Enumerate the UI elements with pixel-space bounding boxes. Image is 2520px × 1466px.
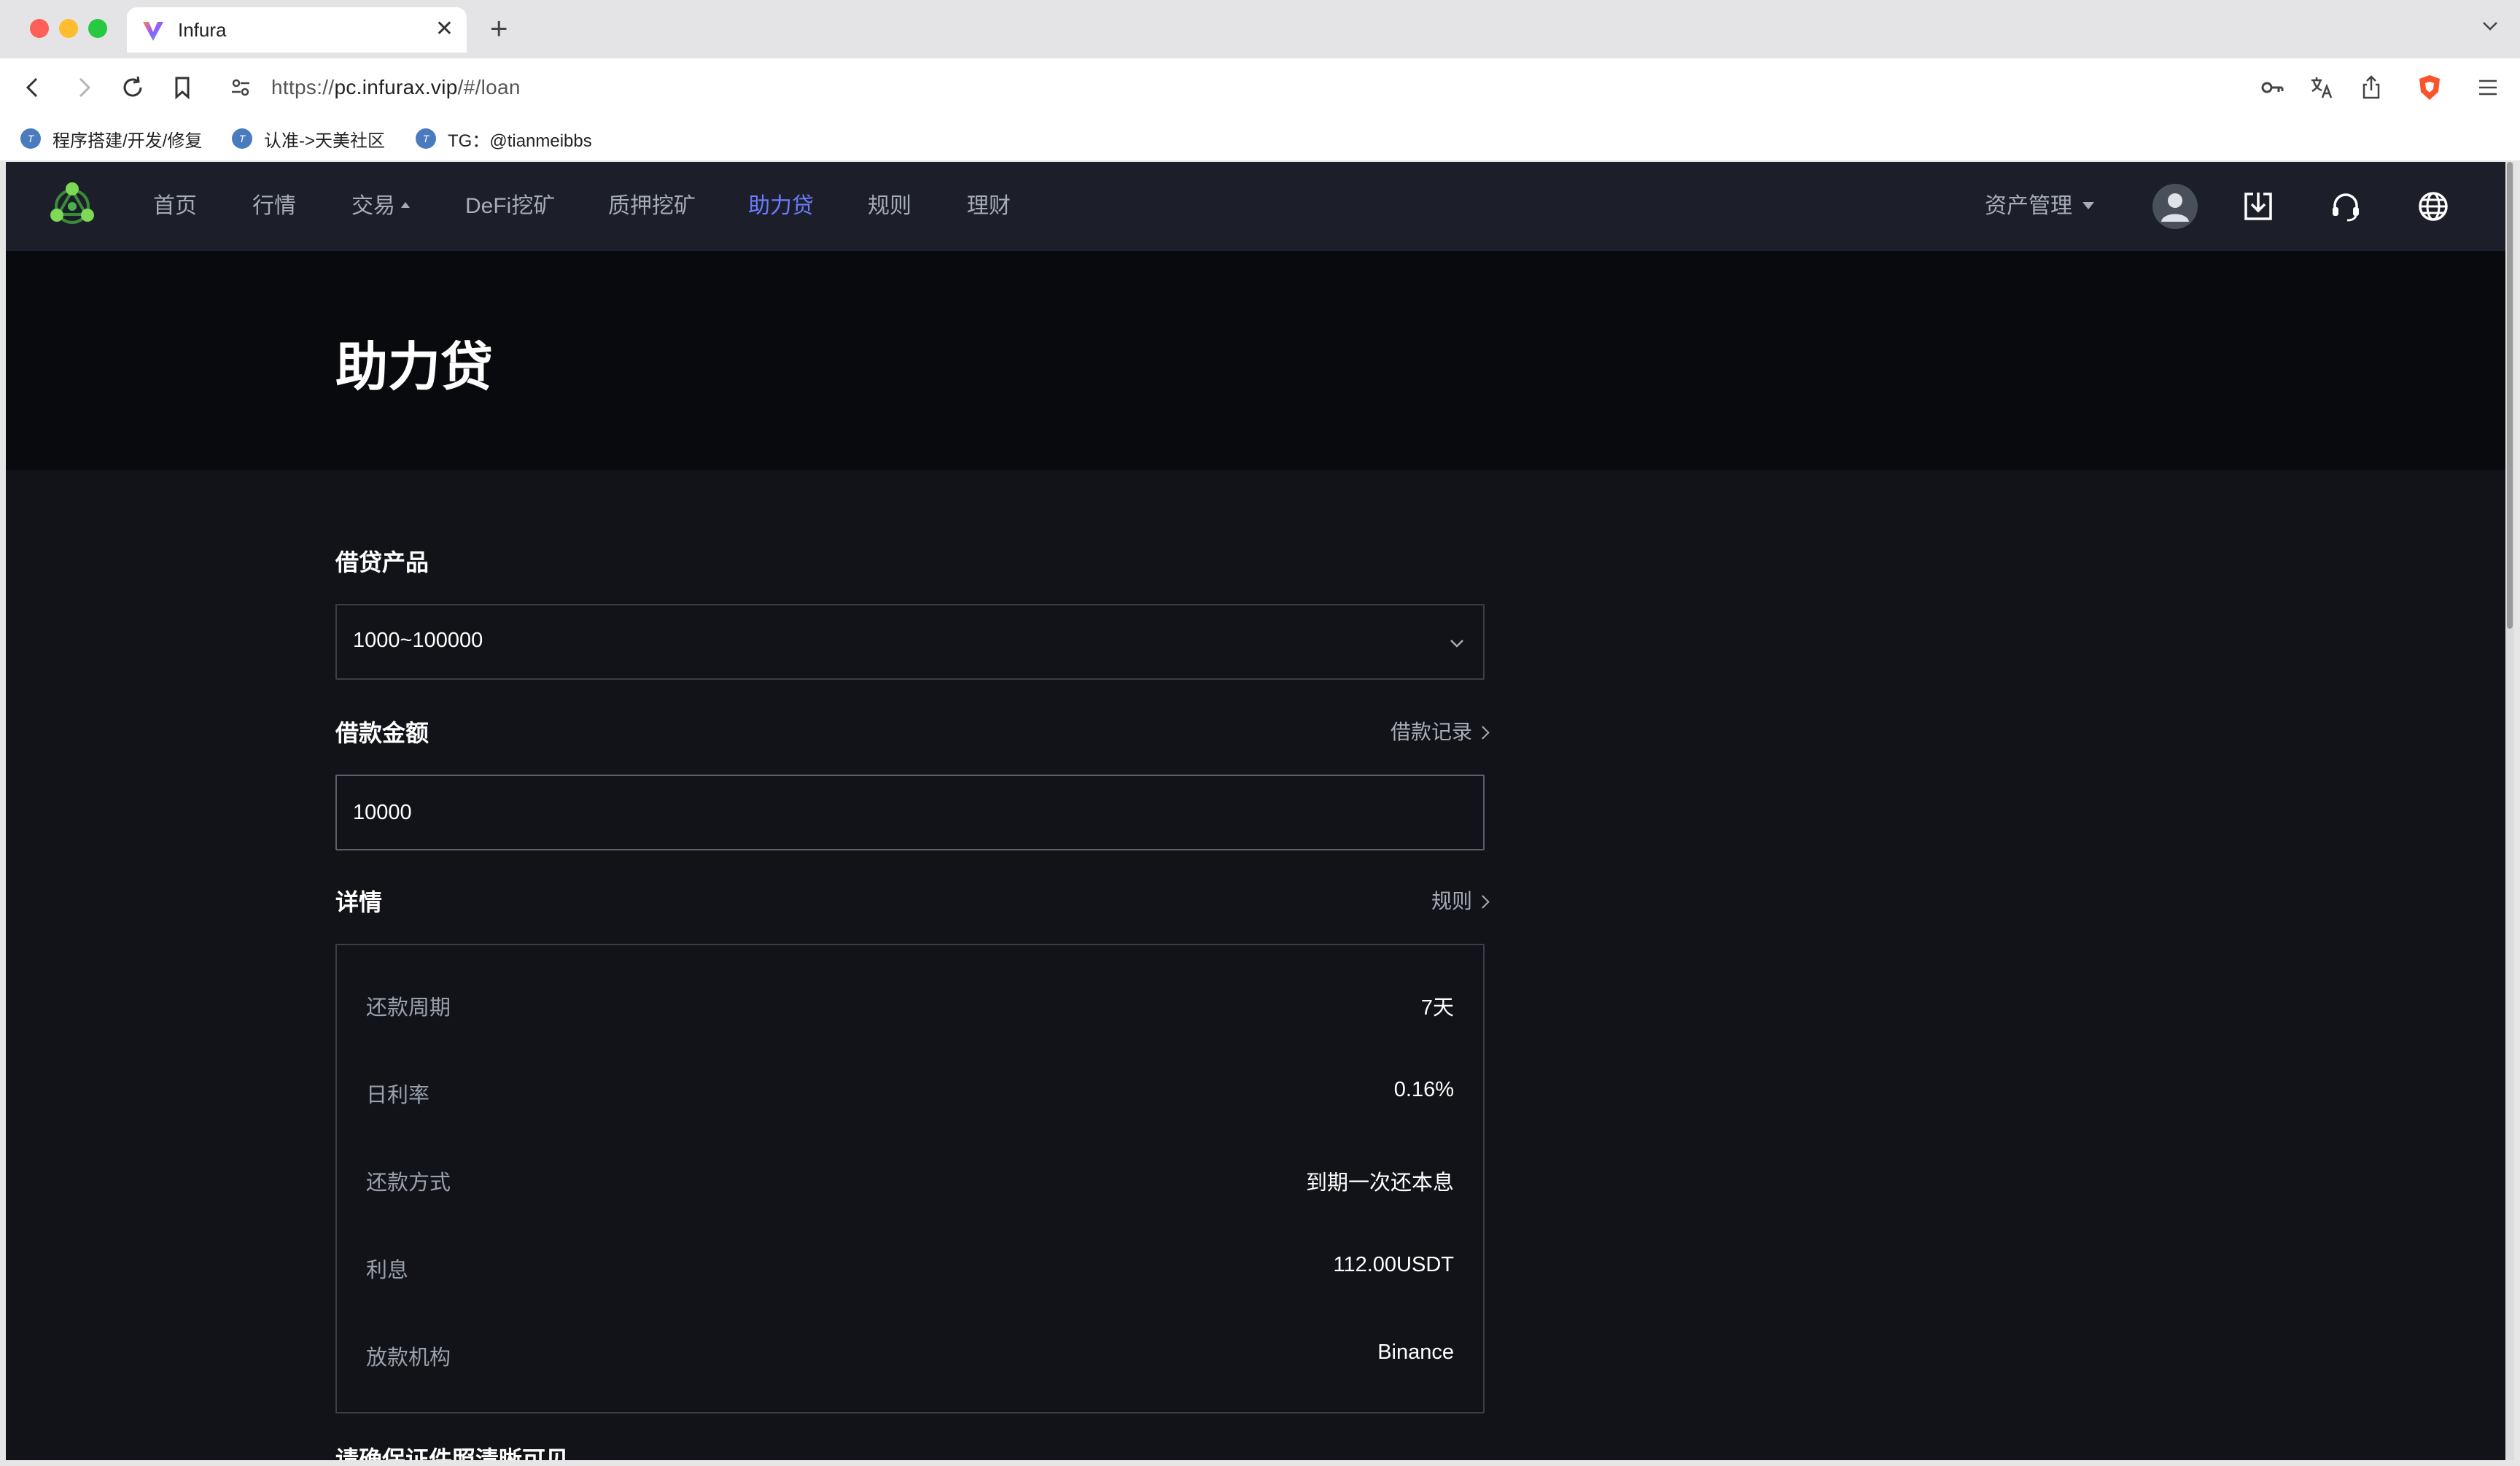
language-globe-icon[interactable] [2416, 190, 2450, 223]
detail-label: 日利率 [366, 1084, 430, 1107]
menu-icon[interactable] [2473, 73, 2502, 102]
page-hero: 助力贷 [6, 251, 2505, 470]
password-key-icon[interactable] [2258, 73, 2287, 102]
loan-details-panel: 还款周期 7天 日利率 0.16% 还款方式 到期一次还本息 利息 112.00… [335, 944, 1485, 1413]
web-page: 首页 行情 交易 DeFi挖矿 质押挖矿 助力贷 规则 理财 资产管理 助力贷 … [6, 162, 2505, 1460]
tab-title: Infura [178, 19, 227, 41]
close-window-button[interactable] [30, 19, 49, 38]
detail-value: Binance [1377, 1341, 1454, 1364]
site-header: 首页 行情 交易 DeFi挖矿 质押挖矿 助力贷 规则 理财 资产管理 [6, 162, 2505, 251]
page-scrollbar[interactable] [2505, 162, 2514, 1460]
site-settings-icon[interactable] [229, 76, 252, 99]
detail-label: 还款方式 [366, 1171, 451, 1195]
bookmark-item[interactable]: T TG：@tianmeibbs [416, 125, 592, 152]
detail-row-repayment-method: 还款方式 到期一次还本息 [366, 1160, 1454, 1195]
nav-staking-mining[interactable]: 质押挖矿 [608, 191, 696, 222]
translate-icon[interactable] [2307, 73, 2336, 102]
loan-product-value: 1000~100000 [353, 629, 483, 652]
new-tab-button[interactable]: + [490, 10, 508, 47]
detail-label: 放款机构 [366, 1346, 451, 1370]
browser-tab-strip: Infura ✕ + [0, 0, 2520, 58]
tab-list-chevron-icon[interactable] [2479, 15, 2501, 36]
forward-arrow-icon[interactable] [69, 73, 98, 102]
user-avatar[interactable] [2152, 184, 2198, 229]
maximize-window-button[interactable] [88, 19, 107, 38]
rules-link[interactable]: 规则 [1431, 885, 1490, 915]
nav-trade[interactable]: 交易 [351, 191, 410, 222]
detail-row-lender: 放款机构 Binance [366, 1335, 1454, 1370]
share-icon[interactable] [2357, 73, 2386, 102]
loan-amount-field[interactable] [335, 775, 1485, 850]
detail-value: 7天 [1420, 996, 1454, 1020]
loan-amount-input[interactable] [337, 776, 1483, 849]
tm-bookmark-icon: T [416, 128, 436, 149]
scrollbar-thumb[interactable] [2507, 162, 2513, 629]
url-scheme: https:// [271, 76, 335, 98]
nav-trade-label: 交易 [351, 194, 395, 218]
loan-product-label: 借贷产品 [335, 549, 429, 575]
asset-management-menu[interactable]: 资产管理 [1985, 191, 2094, 222]
bookmark-item[interactable]: T 程序搭建/开发/修复 [20, 125, 202, 152]
detail-label: 还款周期 [366, 996, 451, 1020]
customer-support-headset-icon[interactable] [2329, 190, 2362, 223]
detail-row-repayment-period: 还款周期 7天 [366, 985, 1454, 1020]
back-arrow-icon[interactable] [19, 73, 48, 102]
nav-rules[interactable]: 规则 [868, 191, 911, 222]
detail-value: 112.00USDT [1333, 1253, 1455, 1276]
infura-favicon-icon [143, 22, 163, 41]
rules-link-label: 规则 [1431, 890, 1472, 912]
bookmark-icon[interactable] [168, 73, 197, 102]
nav-defi-mining[interactable]: DeFi挖矿 [465, 191, 555, 222]
chevron-right-icon [1476, 726, 1490, 740]
reload-icon[interactable] [118, 73, 147, 102]
site-logo-icon[interactable] [47, 181, 98, 232]
detail-label: 利息 [366, 1259, 409, 1282]
id-photo-notice: 请确保证件照清晰可见 [335, 1446, 569, 1460]
chevron-right-icon [1476, 895, 1490, 909]
caret-up-icon [401, 202, 410, 209]
user-icon [2161, 193, 2189, 222]
bookmark-label: TG：@tianmeibbs [448, 131, 592, 151]
url-text[interactable]: https://pc.infurax.vip/#/loan [271, 76, 521, 99]
address-bar[interactable]: https://pc.infurax.vip/#/loan [216, 66, 2454, 109]
nav-market[interactable]: 行情 [252, 191, 296, 222]
detail-row-daily-rate: 日利率 0.16% [366, 1072, 1454, 1107]
tab-close-icon[interactable]: ✕ [435, 16, 454, 42]
url-host: pc.infurax.vip [334, 76, 458, 98]
page-title: 助力贷 [335, 338, 494, 397]
loan-product-select[interactable]: 1000~100000 [335, 604, 1485, 680]
nav-home[interactable]: 首页 [153, 191, 197, 222]
browser-toolbar: https://pc.infurax.vip/#/loan [0, 58, 2520, 117]
tm-bookmark-icon: T [20, 128, 41, 149]
caret-down-icon [2082, 202, 2094, 210]
minimize-window-button[interactable] [59, 19, 78, 38]
details-label: 详情 [335, 889, 383, 915]
tm-bookmark-icon: T [232, 128, 252, 149]
nav-finance[interactable]: 理财 [967, 191, 1011, 222]
bookmark-label: 认准->天美社区 [264, 131, 386, 151]
brave-shield-icon[interactable] [2415, 73, 2444, 102]
detail-value: 0.16% [1393, 1078, 1454, 1101]
chevron-down-icon [1450, 640, 1463, 648]
loan-amount-label: 借款金额 [335, 720, 429, 746]
download-icon[interactable] [2241, 190, 2275, 223]
loan-records-label: 借款记录 [1390, 721, 1472, 743]
browser-tab[interactable]: Infura ✕ [127, 7, 467, 53]
loan-records-link[interactable]: 借款记录 [1390, 716, 1490, 745]
bookmarks-bar: T 程序搭建/开发/修复 T 认准->天美社区 T TG：@tianmeibbs [0, 117, 2520, 161]
url-path: /#/loan [457, 76, 521, 98]
bookmark-item[interactable]: T 认准->天美社区 [232, 125, 385, 152]
asset-management-label: 资产管理 [1985, 194, 2072, 218]
detail-value: 到期一次还本息 [1305, 1171, 1454, 1195]
bookmark-label: 程序搭建/开发/修复 [52, 131, 203, 151]
detail-row-interest: 利息 112.00USDT [366, 1247, 1454, 1282]
nav-loan[interactable]: 助力贷 [748, 191, 814, 222]
